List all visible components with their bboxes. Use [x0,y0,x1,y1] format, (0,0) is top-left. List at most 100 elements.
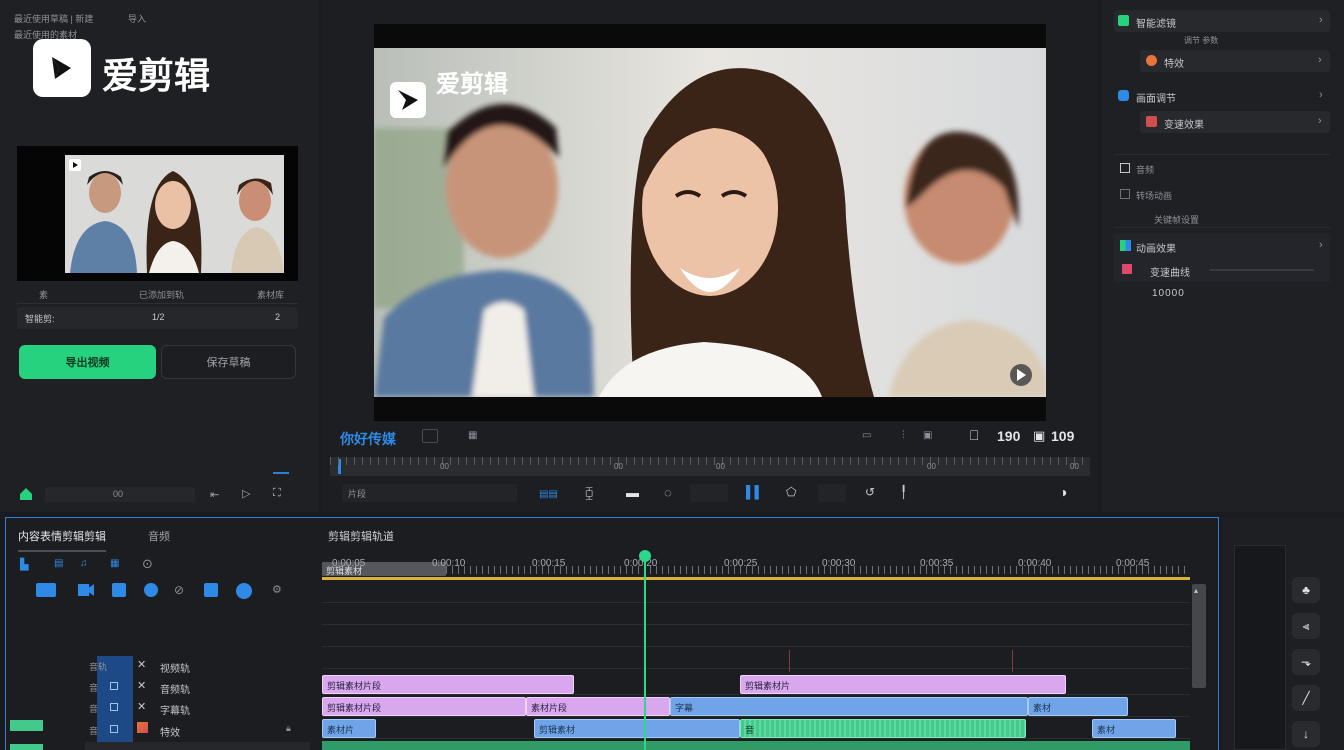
split-icon[interactable]: ⇤ [210,488,219,501]
track-2-box [110,682,118,690]
section3-line1[interactable]: 音频 [1136,163,1154,176]
section3-line3[interactable]: 关键帧设置 [1154,213,1199,226]
section4-title: 动画效果 [1136,244,1176,255]
ratio-icon[interactable]: ▭ [862,430,871,441]
add-icon[interactable] [422,429,438,443]
segment-field[interactable]: 片段 [342,484,517,502]
section2-header[interactable]: 画面调节 › [1114,85,1330,107]
track-header-1[interactable]: 音轨 ✕ 视频轨 [85,656,310,676]
track-header-2[interactable]: 音 ✕ 音频轨 [85,677,310,697]
section3-line2[interactable]: 转场动画 [1136,189,1172,202]
track-lane-4-green[interactable] [322,741,1190,750]
section1-header[interactable]: 智能滤镜 › [1114,10,1330,32]
track-header-3[interactable]: 音 ✕ 字幕轨 [85,698,310,718]
preview-scrubber[interactable]: 00 00 00 00 00 [330,457,1090,476]
tool-field[interactable] [690,484,728,502]
camera-icon[interactable] [78,584,94,596]
playhead-handle[interactable] [639,550,651,562]
clip-pink-2-label: 剪辑素材片 [745,681,791,691]
crop-icon[interactable]: ▣ [923,430,932,441]
timeline-tab-active[interactable]: 内容表情剪辑剪辑 [18,528,106,552]
image-tool-icon[interactable]: ▬ [626,485,639,500]
screen-icon[interactable]: ⎕ [970,427,978,444]
timeline-scrollbar[interactable] [1192,584,1206,688]
volume-icon[interactable]: ⫶ [902,430,905,441]
track-lane-empty-1[interactable] [322,582,1190,603]
cut-tool-icon[interactable]: ⧮ [585,485,593,501]
export-video-button[interactable]: 导出视频 [19,345,156,379]
media-icon[interactable] [36,583,56,597]
marker-line-2 [1012,650,1013,672]
clock-icon[interactable]: ⊙ [142,556,153,572]
track-lane-empty-3[interactable] [322,626,1190,647]
pin-tool-icon[interactable]: ╿ [900,485,907,499]
track-lane-3[interactable]: 素材片 剪辑素材 音 素材 [322,718,1190,739]
ruler-label-7: 0:00:35 [920,558,954,569]
ruler-label-5: 0:00:25 [724,558,758,569]
info-right[interactable]: 素材库 [257,288,284,301]
info-icon[interactable] [236,583,252,599]
music-tool-icon[interactable]: ♫ [80,558,88,569]
clip-pink-1[interactable]: 剪辑素材片段 [322,675,574,694]
clip-pink-4[interactable]: 素材片段 [526,697,670,716]
preview-canvas[interactable]: 爱剪辑 [374,24,1046,421]
import-label[interactable]: 导入 [128,12,146,25]
curve-slider[interactable] [1210,269,1314,271]
shape-tool-icon[interactable]: ⬠ [786,485,796,499]
fullscreen-icon[interactable]: ⛶ [273,487,281,500]
thumbnail-frame[interactable] [17,146,298,281]
scroll-top-icon[interactable]: ▴ [1194,586,1198,595]
dock-button-2[interactable]: ⫷ [1292,613,1320,639]
section3: 音频 转场动画 关键帧设置 [1114,154,1330,228]
project-label[interactable]: 你好传媒 [340,429,396,449]
clip-pink-3[interactable]: 剪辑素材片段 [322,697,526,716]
dock-button-3[interactable]: ⬎ [1292,649,1320,675]
play-icon[interactable]: ▷ [242,487,250,500]
clip-blue-3[interactable]: 素材片 [322,719,376,738]
clip-blue-5[interactable]: 素材 [1092,719,1176,738]
dot-field[interactable] [818,484,846,502]
section2-item[interactable]: 变速效果 › [1140,111,1330,133]
clip-green-1[interactable]: 音 [740,719,1026,738]
lock-icon[interactable]: 🔒︎ [286,723,291,734]
compare-tool-icon[interactable]: ◑ [1059,484,1067,500]
select-tool-icon[interactable]: ▤▤ [539,489,558,500]
dock-button-5[interactable]: ↓ [1292,721,1320,747]
track-3-icon: ✕ [137,701,147,713]
effect-icon [1146,55,1157,66]
layers-icon[interactable] [204,583,218,597]
clip-blue-2[interactable]: 素材 [1028,697,1128,716]
clip-pink-2[interactable]: 剪辑素材片 [740,675,1066,694]
track-lane-1[interactable]: 剪辑素材片段 剪辑素材片 [322,674,1190,695]
track-lane-empty-4[interactable] [322,648,1190,669]
video-tool-icon[interactable]: ▙ [20,558,28,571]
track-header-4[interactable]: 音 特效 🔒︎ [85,720,310,740]
timeline-playhead[interactable] [644,552,646,750]
home-icon[interactable] [19,487,33,501]
left-scrub-bar[interactable]: 00 [45,487,195,502]
section1-extra: 调节 参数 [1184,36,1219,45]
filter-tool-icon[interactable]: ⊘ [174,583,184,597]
clip-blue-4[interactable]: 剪辑素材 [534,719,740,738]
rotate-tool-icon[interactable]: ↺ [865,485,875,499]
sticker-tool-icon[interactable]: ▦ [110,558,119,569]
stub-green-2 [10,744,43,750]
save-draft-button[interactable]: 保存草稿 [161,345,296,379]
dock-button-4[interactable]: ╱ [1292,685,1320,711]
duration-row: 智能剪: 1/2 2 [17,307,298,329]
settings-icon[interactable]: ⚙ [272,583,282,596]
text-icon[interactable] [112,583,126,597]
caption-tool-icon[interactable]: ▤ [54,558,63,569]
track-lane-2[interactable]: 剪辑素材片段 素材片段 字幕 素材 [322,696,1190,717]
dock-button-1[interactable]: ♣ [1292,577,1320,603]
grid-icon[interactable]: ▦ [468,430,477,441]
recent-drafts-label[interactable]: 最近使用草稿 | 新建 [14,12,93,25]
timeline-tab-2[interactable]: 音频 [148,528,170,544]
clip-blue-1[interactable]: 字幕 [670,697,1028,716]
bars-tool-icon[interactable]: ▌▌ [746,485,763,499]
section1-item[interactable]: 特效 › [1140,50,1330,72]
track-lane-empty-2[interactable] [322,604,1190,625]
search-tool-icon[interactable]: ◌ [664,485,672,500]
duration-right[interactable]: 2 [275,312,280,322]
effects-icon[interactable] [144,583,158,597]
